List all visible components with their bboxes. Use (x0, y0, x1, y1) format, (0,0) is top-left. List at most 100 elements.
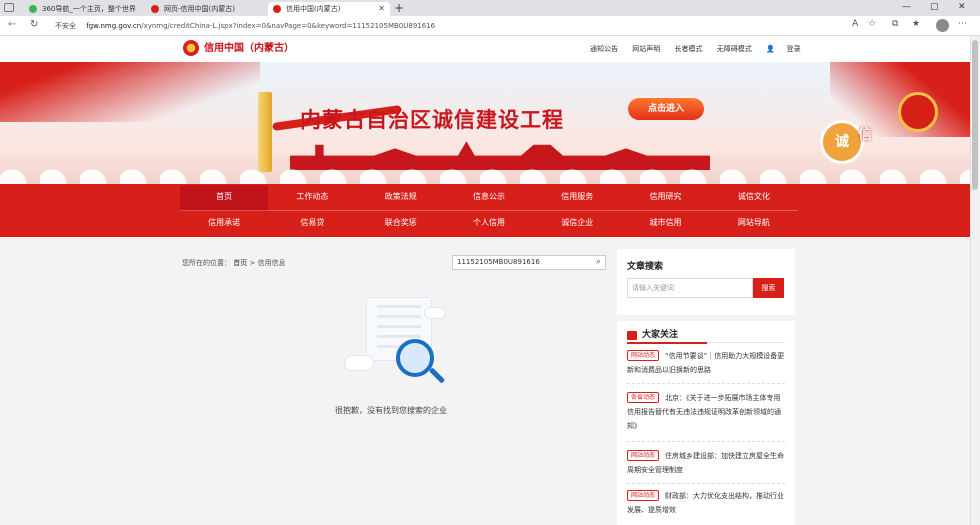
back-icon[interactable]: ← (8, 19, 16, 30)
hero-banner: 内蒙古自治区诚信建设工程 点击进入 诚 信 (0, 62, 970, 184)
login-label: 登录 (786, 45, 801, 53)
focus-panel: 大家关注 网站动态 “信用节要谈”｜信用助力大规模设备更新和消费品以旧换新的思路 … (617, 321, 795, 525)
integrity-badge-text: 信 (858, 127, 872, 143)
nav-item-home[interactable]: 首页 (180, 185, 269, 211)
breadcrumb: 您所在的位置： 首页 > 信用信息 (182, 258, 286, 268)
main-nav: 首页 工作动态 政策法规 信息公示 信用服务 信用研究 诚信文化 信用承诺 信易… (0, 184, 970, 237)
nav-item-site-nav[interactable]: 网站导航 (710, 211, 798, 237)
link-login[interactable]: 👤 登录 (766, 45, 813, 53)
address-bar: ← ↻ 不安全 fgw.nmg.gov.cn/xynmg/creditChina… (0, 16, 980, 36)
url-field[interactable]: 不安全 fgw.nmg.gov.cn/xynmg/creditChina-L.j… (55, 19, 835, 33)
tab-actions-icon[interactable] (4, 3, 14, 12)
breadcrumb-home[interactable]: 首页 (233, 259, 247, 267)
news-item[interactable]: 网站动态 住房城乡建设部：加快建立房屋全生命周期安全管理制度 (627, 449, 787, 477)
news-item[interactable]: 网站动态 “信用节要谈”｜信用助力大规模设备更新和消费品以旧换新的思路 (627, 349, 787, 377)
cloud-icon (344, 355, 374, 371)
new-tab-button[interactable]: + (394, 1, 404, 15)
read-aloud-icon[interactable]: A (852, 19, 858, 29)
search-icon[interactable]: ⌕ (596, 256, 601, 269)
nav-item-work-news[interactable]: 工作动态 (268, 185, 356, 211)
tab-label: 网页-信用中国(内蒙古) (164, 5, 235, 13)
nav-item-integrity-culture[interactable]: 诚信文化 (710, 185, 798, 211)
national-emblem-icon (183, 40, 199, 56)
favorite-star-icon[interactable]: ☆ (868, 19, 876, 29)
news-tag: 各省动态 (627, 392, 660, 403)
article-search-panel: 文章搜索 请输入关键词 搜索 (617, 249, 795, 315)
favicon-icon (273, 5, 281, 13)
focus-underline (627, 342, 707, 344)
link-elder-mode[interactable]: 长者模式 (674, 45, 702, 53)
nav-row-1: 首页 工作动态 政策法规 信息公示 信用服务 信用研究 诚信文化 (180, 185, 798, 211)
search-value: 11152105MB0U891616 (457, 258, 540, 266)
enter-button[interactable]: 点击进入 (628, 98, 704, 120)
breadcrumb-current: 信用信息 (257, 259, 286, 267)
url-path: /xynmg/creditChina-L.jspx?index=0&navPag… (141, 22, 436, 30)
nav-item-city-credit[interactable]: 城市信用 (621, 211, 709, 237)
news-item[interactable]: 网站动态 财政部：大力优化支出结构，推动行业发展、提质增效 (627, 489, 787, 517)
insecure-warning[interactable]: 不安全 (55, 22, 76, 30)
nav-item-personal-credit[interactable]: 个人信用 (445, 211, 533, 237)
news-tag: 网站动态 (627, 450, 660, 461)
favicon-icon (151, 5, 159, 13)
tab-label: 360导航_一个主页，整个世界 (42, 5, 136, 13)
url-domain: fgw.nmg.gov.cn (86, 22, 142, 30)
nav-item-credit-service[interactable]: 信用服务 (533, 185, 621, 211)
nav-row-2: 信用承诺 信易贷 联合奖惩 个人信用 诚信企业 城市信用 网站导航 (180, 211, 798, 237)
focus-header: 大家关注 (627, 329, 785, 344)
nav-item-disclosure[interactable]: 信息公示 (445, 185, 533, 211)
empty-result-illustration (344, 297, 446, 384)
cloud-icon (424, 307, 446, 319)
link-notices[interactable]: 通知公告 (590, 45, 618, 53)
focus-icon (627, 331, 637, 340)
magnifier-handle (428, 367, 446, 384)
scrollbar-thumb[interactable] (972, 40, 978, 190)
logo-text: 信用中国（内蒙古） (204, 43, 294, 54)
article-search-title: 文章搜索 (627, 262, 664, 272)
party-emblem-icon (898, 92, 938, 132)
nav-item-integrity-enterprise[interactable]: 诚信企业 (533, 211, 621, 237)
empty-result-message: 很抱歉，没有找到您搜索的企业 (335, 406, 447, 415)
browser-tab-2[interactable]: 网页-信用中国(内蒙古) (146, 2, 264, 16)
close-tab-icon[interactable]: ✕ (378, 2, 385, 16)
news-item[interactable]: 各省动态 北京：《关于进一步拓展市场主体专用信用报告替代有无违法违规证明改革创新领… (627, 391, 787, 433)
browser-tab-3[interactable]: 信用中国(内蒙古) ✕ (268, 2, 390, 16)
breadcrumb-label: 您所在的位置： (182, 259, 231, 267)
enterprise-search-input[interactable]: 11152105MB0U891616 ⌕ (452, 255, 606, 270)
clouds-decoration (0, 160, 970, 184)
user-icon: 👤 (765, 45, 775, 53)
content-area: 您所在的位置： 首页 > 信用信息 11152105MB0U891616 ⌕ 很… (0, 237, 970, 525)
link-accessibility[interactable]: 无障碍模式 (717, 45, 752, 53)
banner-title: 内蒙古自治区诚信建设工程 (300, 107, 564, 132)
split-screen-icon[interactable]: ⧉ (892, 19, 898, 29)
top-links: 通知公告 网站声明 长者模式 无障碍模式 👤 登录 (590, 44, 825, 54)
news-tag: 网站动态 (627, 490, 660, 501)
browser-tab-1[interactable]: 360导航_一个主页，整个世界 (24, 2, 144, 16)
profile-avatar[interactable] (936, 19, 949, 32)
maximize-button[interactable]: ▢ (930, 2, 939, 12)
keyword-input[interactable]: 请输入关键词 (627, 278, 753, 298)
nav-item-credit-commitment[interactable]: 信用承诺 (180, 211, 268, 237)
news-tag: 网站动态 (627, 350, 660, 361)
browser-tab-bar: 360导航_一个主页，整个世界 网页-信用中国(内蒙古) 信用中国(内蒙古) ✕… (0, 0, 980, 16)
nav-item-credit-loan[interactable]: 信易贷 (268, 211, 356, 237)
refresh-icon[interactable]: ↻ (30, 19, 38, 30)
red-flag-decoration (0, 62, 260, 122)
focus-title: 大家关注 (642, 330, 679, 340)
site-logo[interactable]: 信用中国（内蒙古） (183, 40, 294, 58)
tab-label: 信用中国(内蒙古) (286, 5, 341, 13)
link-statement[interactable]: 网站声明 (632, 45, 660, 53)
divider (627, 383, 785, 384)
minimize-button[interactable]: — (902, 2, 911, 12)
nav-item-credit-research[interactable]: 信用研究 (621, 185, 709, 211)
divider (627, 483, 785, 484)
site-header: 信用中国（内蒙古） 通知公告 网站声明 长者模式 无障碍模式 👤 登录 (0, 36, 970, 62)
favorites-icon[interactable]: ★ (912, 19, 920, 29)
magnifier-icon (396, 339, 434, 377)
more-menu-icon[interactable]: ⋯ (958, 19, 967, 29)
nav-item-policies[interactable]: 政策法规 (357, 185, 445, 211)
nav-item-joint-rewards[interactable]: 联合奖惩 (357, 211, 445, 237)
breadcrumb-separator: > (249, 259, 256, 267)
close-window-button[interactable]: ✕ (958, 2, 966, 12)
article-search-button[interactable]: 搜索 (753, 278, 784, 298)
divider (627, 441, 785, 442)
